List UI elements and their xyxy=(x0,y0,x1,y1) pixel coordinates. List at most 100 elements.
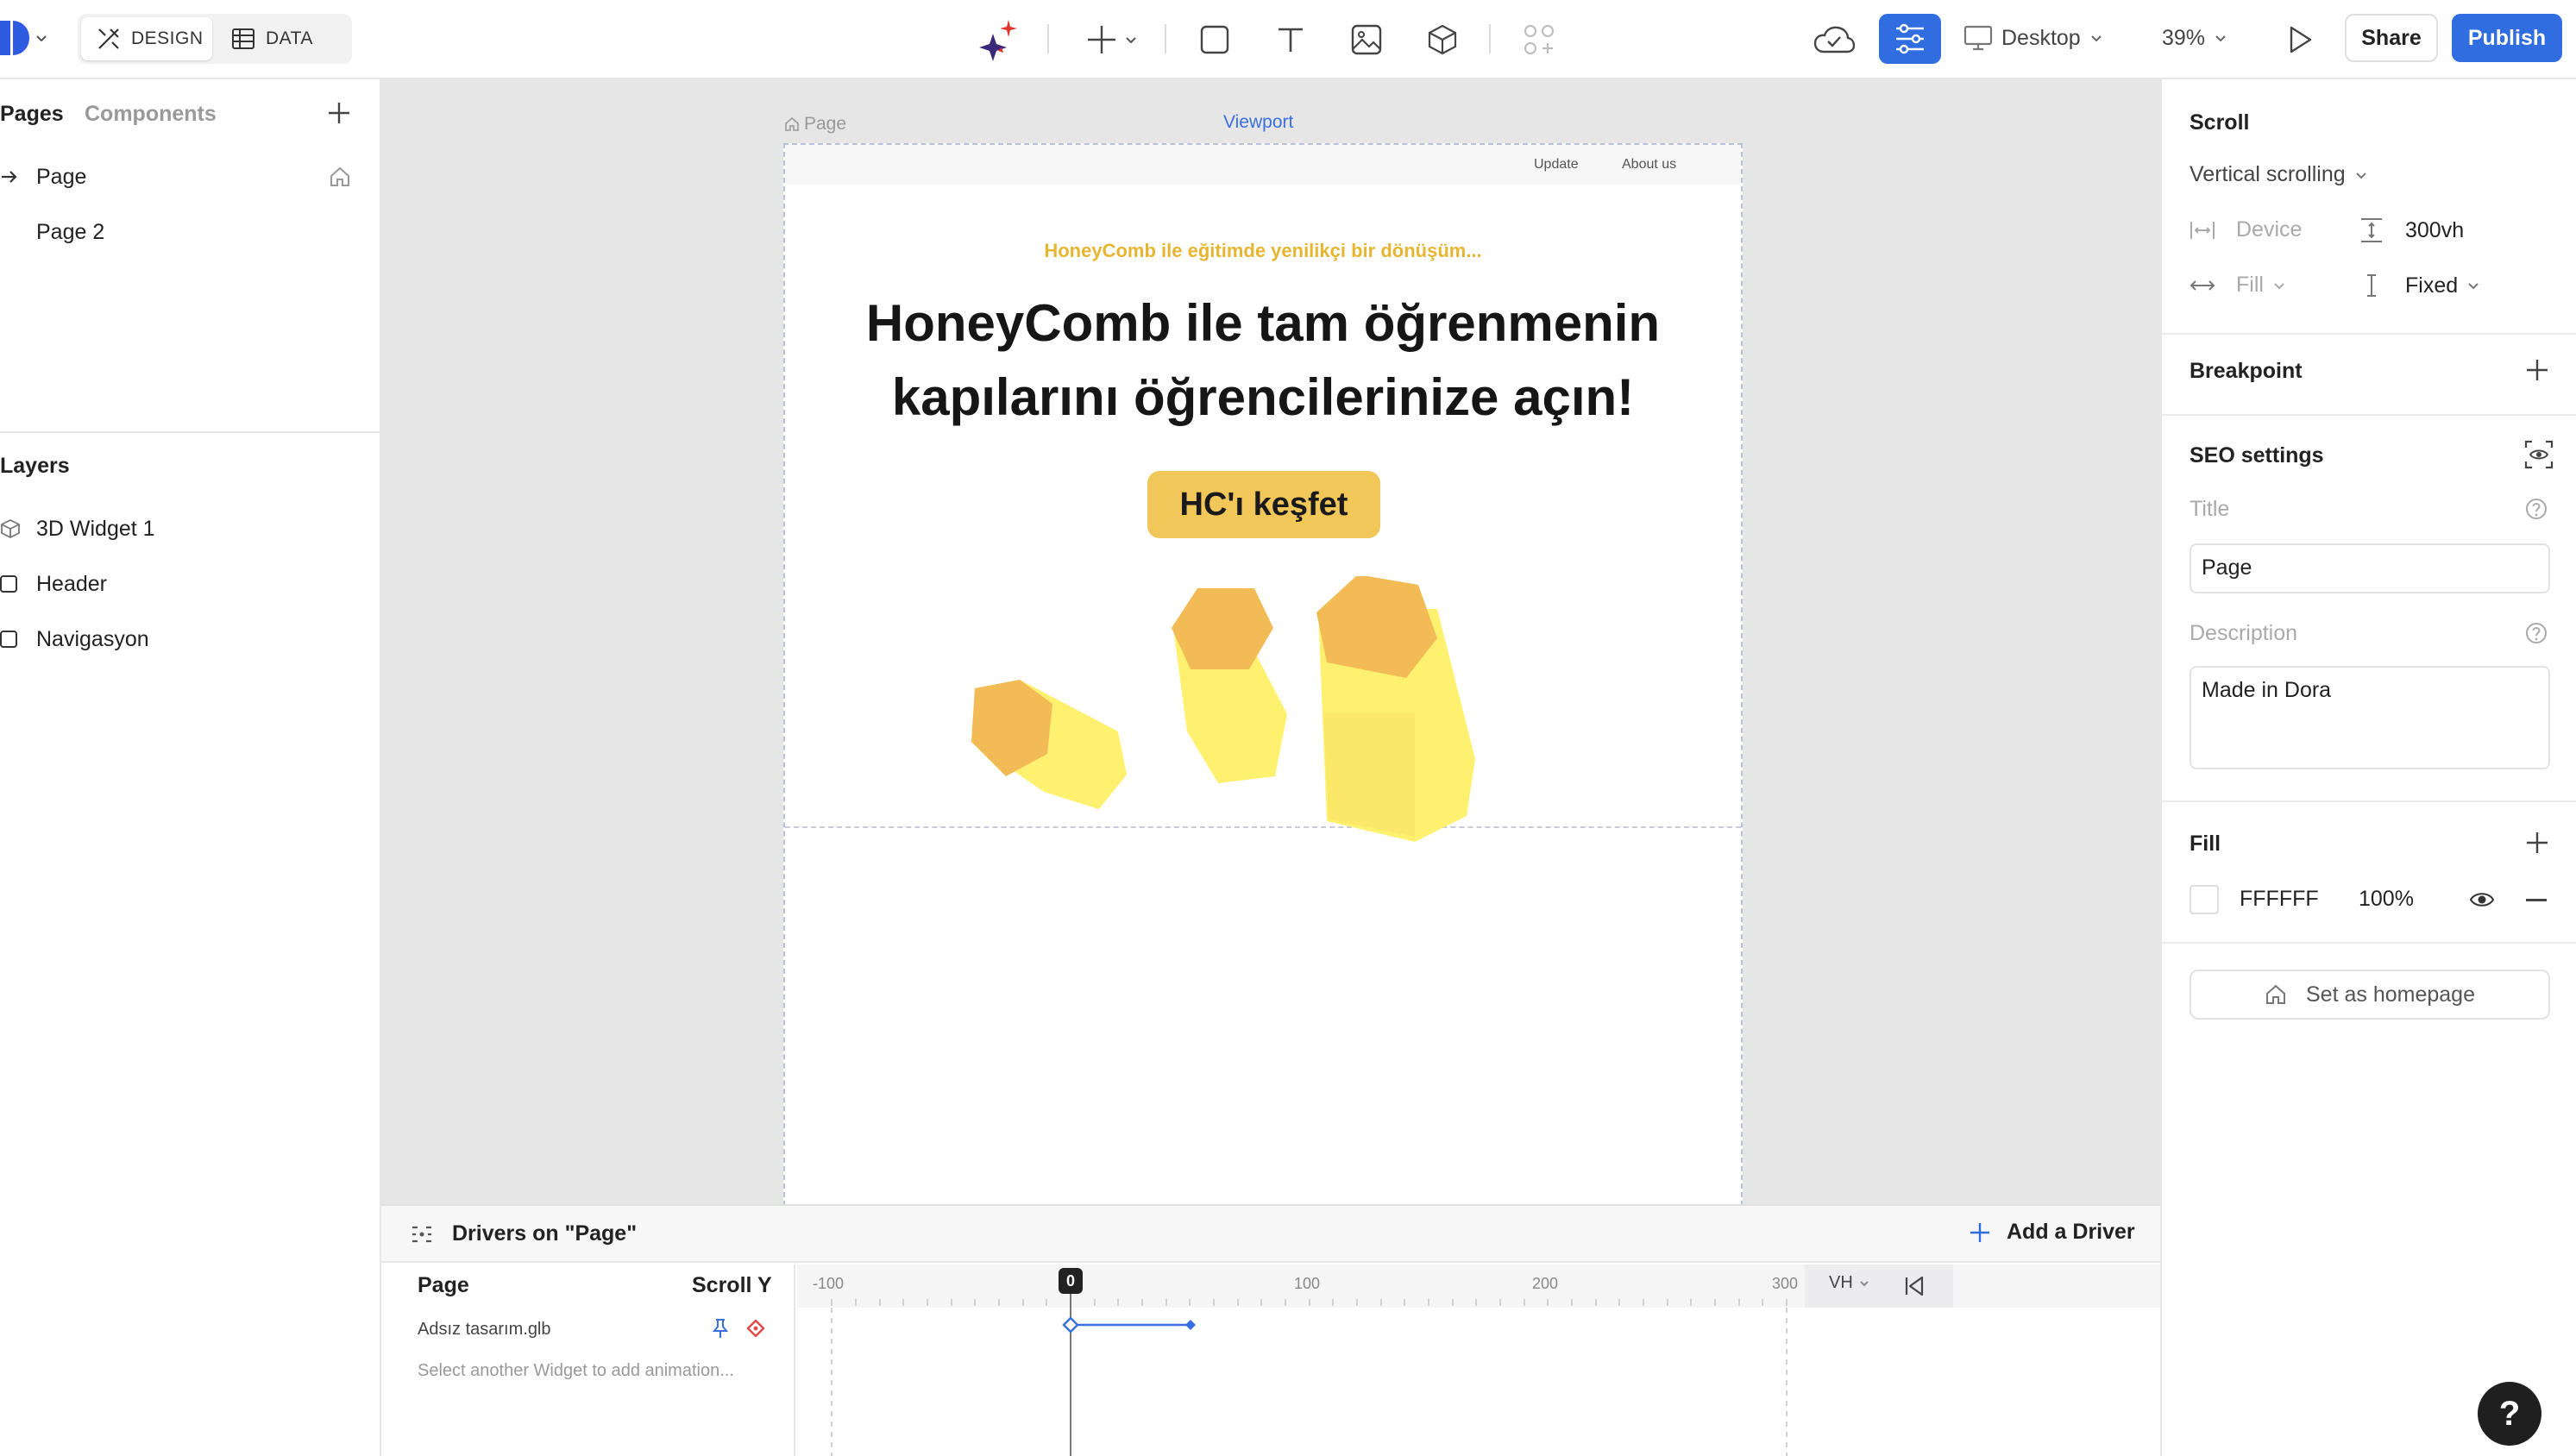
ruler-label: 200 xyxy=(1532,1275,1559,1292)
remove-fill-button[interactable] xyxy=(2526,899,2547,901)
text-tool-button[interactable] xyxy=(1266,16,1315,64)
fill-color-swatch[interactable] xyxy=(2190,885,2219,914)
tab-data-label: DATA xyxy=(266,28,313,48)
section-divider xyxy=(2162,942,2576,944)
header[interactable]: Update About us xyxy=(785,145,1741,185)
section-divider xyxy=(2162,800,2576,802)
preview-button[interactable] xyxy=(2276,16,2324,64)
add-component-icon xyxy=(1524,25,1554,54)
drivers-panel: Drivers on "Page" Add a Driver Page Scro… xyxy=(381,1204,2160,1456)
3d-tool-button[interactable] xyxy=(1418,16,1467,64)
help-icon[interactable] xyxy=(2524,621,2548,645)
keyframe-icon[interactable] xyxy=(747,1320,764,1337)
tab-design[interactable]: DESIGN xyxy=(81,17,212,60)
page-item-page-2[interactable]: Page 2 xyxy=(0,210,380,254)
driver-widget-name[interactable]: Adsız tasarım.glb xyxy=(418,1320,551,1340)
playhead[interactable]: 0 xyxy=(1059,1268,1083,1294)
ruler-end-shade xyxy=(1805,1265,1953,1308)
scroll-section-title: Scroll xyxy=(2190,110,2250,135)
ruler-label: 100 xyxy=(1294,1275,1321,1292)
cube-icon xyxy=(1,518,20,539)
arrow-right-icon xyxy=(2,171,17,183)
headline: HoneyComb ile tam öğrenmenin kapılarını … xyxy=(785,286,1741,435)
plus-icon xyxy=(2527,832,2548,853)
components-tool-button[interactable] xyxy=(1515,16,1563,64)
cloud-sync-button[interactable] xyxy=(1810,16,1858,64)
fill-color-value[interactable]: FFFFFF xyxy=(2240,887,2319,912)
fill-visibility-toggle[interactable] xyxy=(2469,888,2495,911)
jump-start-icon[interactable] xyxy=(1903,1275,1926,1297)
page-item-page[interactable]: Page xyxy=(0,155,380,198)
width-icon xyxy=(2190,221,2215,239)
nav-about[interactable]: About us xyxy=(1622,157,1676,173)
publish-button[interactable]: Publish xyxy=(2452,14,2562,62)
tab-components[interactable]: Components xyxy=(85,102,217,127)
tab-data[interactable]: DATA xyxy=(216,17,345,60)
design-canvas[interactable]: Page Viewport Update About us HoneyComb … xyxy=(381,79,2160,1204)
add-page-button[interactable] xyxy=(326,100,352,126)
chevron-down-icon xyxy=(2215,35,2226,42)
chevron-down-icon xyxy=(2468,283,2479,290)
pin-icon[interactable] xyxy=(711,1318,730,1339)
seo-title-input[interactable]: Page xyxy=(2190,543,2550,593)
seo-description-input[interactable]: Made in Dora xyxy=(2190,666,2550,769)
width-field[interactable]: Device xyxy=(2190,217,2302,242)
scroll-mode-select[interactable]: Vertical scrolling xyxy=(2190,162,2368,187)
width-mode-select[interactable]: Fill xyxy=(2190,273,2286,298)
toolbar-divider xyxy=(1489,24,1491,53)
zoom-select[interactable]: 39% xyxy=(2162,0,2227,76)
add-fill-button[interactable] xyxy=(2524,830,2550,856)
home-icon xyxy=(785,116,799,131)
help-icon[interactable] xyxy=(2524,497,2548,521)
cta-button[interactable]: HC'ı keşfet xyxy=(1147,471,1380,538)
width-value: Device xyxy=(2236,217,2303,242)
hex-prism-medium xyxy=(1172,588,1287,783)
plus-icon xyxy=(2527,360,2548,380)
help-button[interactable]: ? xyxy=(2478,1382,2541,1446)
nav-update[interactable]: Update xyxy=(1534,157,1579,173)
fill-opacity-value[interactable]: 100% xyxy=(2359,887,2414,912)
tab-pages[interactable]: Pages xyxy=(0,102,64,127)
sliders-icon xyxy=(1896,23,1924,54)
plus-icon xyxy=(329,103,349,123)
driver-hint: Select another Widget to add animation..… xyxy=(418,1361,734,1380)
timeline[interactable]: -100 0 100 200 300 VH xyxy=(797,1265,2160,1456)
page-tag: Page xyxy=(783,114,846,135)
add-breakpoint-button[interactable] xyxy=(2524,357,2550,383)
properties-panel-toggle[interactable] xyxy=(1879,14,1941,64)
rectangle-tool-button[interactable] xyxy=(1191,16,1239,64)
scroll-mode-label: Vertical scrolling xyxy=(2190,162,2346,186)
layer-item[interactable]: Navigasyon xyxy=(0,618,149,661)
layer-label: Navigasyon xyxy=(36,626,149,651)
height-mode-select[interactable]: Fixed xyxy=(2359,273,2480,298)
toolbar-divider xyxy=(1165,24,1166,53)
device-select[interactable]: Desktop xyxy=(1963,0,2103,76)
drivers-header: Drivers on "Page" Add a Driver xyxy=(381,1206,2160,1263)
page-frame[interactable]: Update About us HoneyComb ile eğitimde y… xyxy=(783,143,1743,1204)
app-logo[interactable] xyxy=(0,19,52,57)
share-button[interactable]: Share xyxy=(2345,14,2438,62)
seo-preview-button[interactable] xyxy=(2524,440,2554,469)
vertical-resize-icon xyxy=(2367,274,2376,297)
text-icon xyxy=(1279,28,1303,52)
timeline-ticks xyxy=(831,1294,1787,1456)
unit-select[interactable]: VH xyxy=(1829,1273,1870,1293)
plus-icon xyxy=(1088,26,1115,53)
layer-item[interactable]: Header xyxy=(0,562,107,606)
add-driver-button[interactable]: Add a Driver xyxy=(1969,1220,2135,1245)
3d-widget-honeycomb[interactable] xyxy=(958,576,1561,1111)
driver-col-page: Page xyxy=(418,1273,469,1297)
ai-sparkle-button[interactable] xyxy=(975,16,1023,64)
set-homepage-button[interactable]: Set as homepage xyxy=(2190,970,2550,1020)
driver-list: Page Scroll Y Adsız tasarım.glb Select a… xyxy=(381,1265,795,1456)
image-tool-button[interactable] xyxy=(1342,16,1391,64)
width-mode-label: Fill xyxy=(2236,273,2264,297)
monitor-icon xyxy=(1963,25,1993,51)
layer-item[interactable]: 3D Widget 1 xyxy=(0,507,155,550)
properties-panel: Scroll Vertical scrolling Device 300vh F… xyxy=(2160,79,2576,1456)
height-field[interactable]: 300vh xyxy=(2359,217,2464,243)
add-element-button[interactable] xyxy=(1077,16,1146,64)
zoom-label: 39% xyxy=(2162,25,2206,50)
height-icon xyxy=(2361,218,2382,242)
home-icon xyxy=(330,166,349,186)
